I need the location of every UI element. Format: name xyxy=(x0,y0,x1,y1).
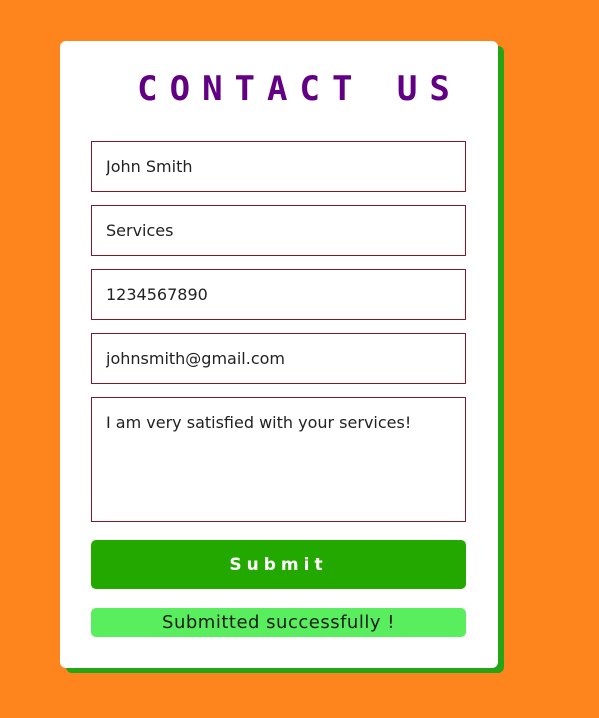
submit-button[interactable]: Submit xyxy=(91,540,466,589)
subject-input[interactable] xyxy=(91,205,466,256)
message-textarea[interactable]: I am very satisfied with your services! xyxy=(91,397,466,522)
email-input[interactable] xyxy=(91,333,466,384)
phone-input[interactable] xyxy=(91,269,466,320)
page-title: CONTACT US xyxy=(137,69,462,109)
name-input[interactable] xyxy=(91,141,466,192)
status-message: Submitted successfully ! xyxy=(91,608,466,637)
